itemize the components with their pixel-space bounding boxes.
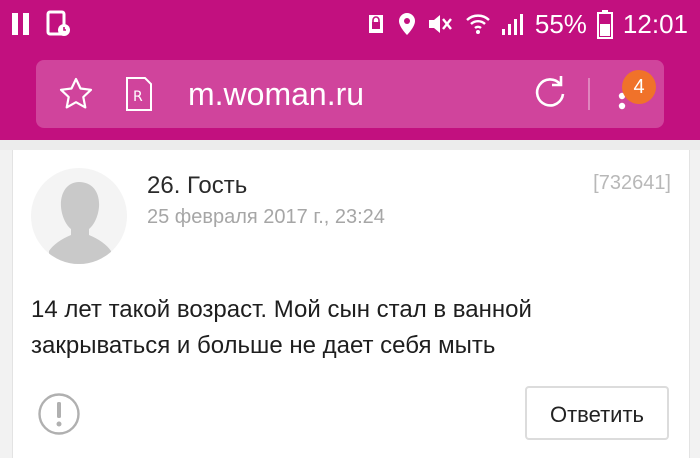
comment-id[interactable]: [732641]	[593, 172, 671, 195]
wifi-icon	[465, 11, 491, 37]
battery-percent: 55%	[534, 9, 587, 39]
reload-icon[interactable]	[530, 74, 570, 119]
svg-text:R: R	[133, 89, 143, 105]
app-notification-icon	[46, 10, 72, 43]
url-text[interactable]: m.woman.ru	[188, 74, 364, 114]
comment-date: 25 февраля 2017 г., 23:24	[147, 206, 385, 228]
tab-count-badge[interactable]: 4	[622, 70, 656, 104]
mute-icon	[427, 11, 455, 37]
reader-mode-icon[interactable]: R	[124, 76, 154, 117]
star-icon[interactable]	[58, 76, 94, 117]
comment-text: 14 лет такой возраст. Мой сын стал в ван…	[31, 292, 651, 364]
comment-text-line: 14 лет такой возраст. Мой сын стал в ван…	[31, 296, 532, 323]
comment-card: 26. Гость 25 февраля 2017 г., 23:24 [732…	[12, 150, 690, 458]
toolbar-divider	[588, 78, 590, 110]
comment-author[interactable]: 26. Гость	[147, 172, 247, 200]
location-icon	[397, 11, 417, 37]
pause-icon	[10, 11, 32, 42]
page-gap	[0, 140, 700, 150]
avatar	[31, 168, 127, 264]
report-icon[interactable]	[37, 392, 81, 441]
signal-icon	[501, 11, 525, 37]
clock: 12:01	[622, 9, 688, 39]
browser-toolbar: R m.woman.ru 4	[0, 48, 700, 140]
battery-icon	[596, 9, 613, 39]
status-bar: 55% 12:01	[0, 0, 700, 48]
comment-text-line: закрываться и больше не дает себя мыть	[31, 332, 496, 359]
reply-button[interactable]: Ответить	[525, 386, 669, 440]
address-bar[interactable]: R m.woman.ru 4	[36, 60, 664, 128]
lock-notification-icon	[365, 11, 387, 37]
